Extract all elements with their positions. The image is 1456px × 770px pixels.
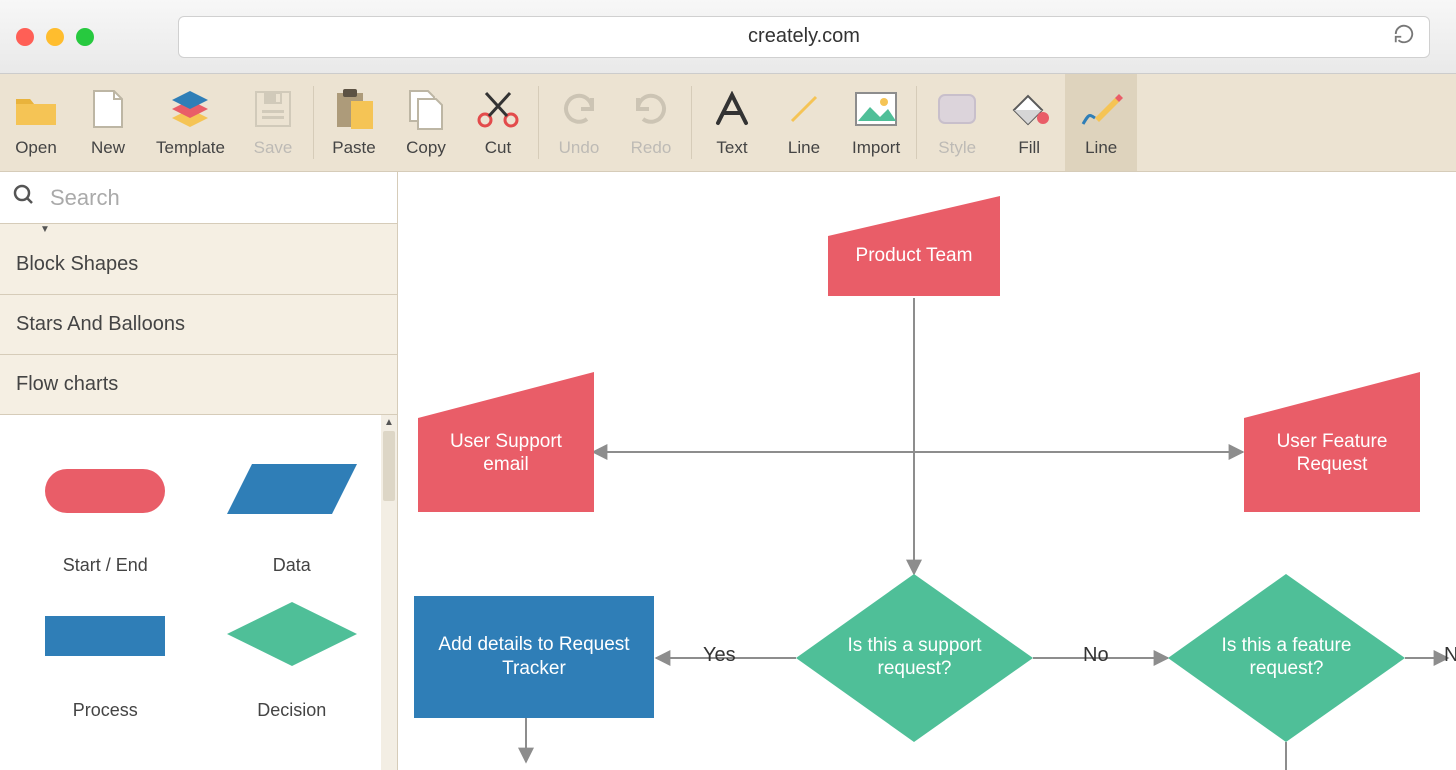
scissors-icon [476, 88, 520, 130]
paste-icon [333, 88, 375, 130]
scroll-up-icon: ▲ [384, 417, 394, 428]
toolbar-separator [538, 86, 539, 159]
terminator-shape-icon [40, 459, 170, 519]
close-window-dot[interactable] [16, 28, 34, 46]
sidebar-search [0, 172, 397, 224]
open-label: Open [15, 138, 57, 158]
category-stars-balloons[interactable]: Stars And Balloons [0, 295, 397, 355]
edge-label-no-right: N [1444, 644, 1456, 667]
node-user-feature-request[interactable]: User Feature Request [1244, 372, 1420, 512]
template-icon [168, 88, 212, 130]
toolbar-separator [313, 86, 314, 159]
style-swatch-icon [935, 88, 979, 130]
url-text: creately.com [748, 25, 860, 48]
toolbar-separator [691, 86, 692, 159]
line2-label: Line [1085, 138, 1117, 158]
text-tool-button[interactable]: Text [696, 74, 768, 171]
paste-button[interactable]: Paste [318, 74, 390, 171]
import-label: Import [852, 138, 900, 158]
open-button[interactable]: Open [0, 74, 72, 171]
edge-label-yes: Yes [703, 644, 736, 667]
import-button[interactable]: Import [840, 74, 912, 171]
line-tool-button[interactable]: Line [768, 74, 840, 171]
node-product-team[interactable]: Product Team [828, 196, 1000, 296]
search-icon [12, 183, 36, 212]
save-icon [254, 88, 292, 130]
new-button[interactable]: New [72, 74, 144, 171]
node-label: Is this a feature request? [1168, 574, 1405, 742]
node-feature-decision[interactable]: Is this a feature request? [1168, 574, 1405, 742]
import-image-icon [854, 88, 898, 130]
minimize-window-dot[interactable] [46, 28, 64, 46]
diagram-canvas[interactable]: Product Team User Support email User Fea… [398, 172, 1456, 770]
decision-shape-icon [222, 594, 362, 674]
shapes-scrollbar[interactable]: ▲ [381, 415, 397, 770]
shape-start-end[interactable]: Start / End [16, 439, 195, 576]
collapse-arrow-icon[interactable]: ▼ [0, 224, 397, 235]
undo-label: Undo [559, 138, 600, 158]
category-flow-charts[interactable]: Flow charts [0, 355, 397, 415]
redo-button[interactable]: Redo [615, 74, 687, 171]
fill-bucket-icon [1008, 88, 1050, 130]
node-label: User Support email [418, 431, 594, 477]
save-label: Save [254, 138, 293, 158]
node-label: Is this a support request? [796, 574, 1033, 742]
paste-label: Paste [332, 138, 375, 158]
process-shape-icon [40, 604, 170, 664]
node-label: Product Team [840, 245, 989, 268]
shape-label: Start / End [63, 555, 148, 576]
text-icon [714, 88, 750, 130]
fill-button[interactable]: Fill [993, 74, 1065, 171]
toolbar-separator [916, 86, 917, 159]
shape-process[interactable]: Process [16, 584, 195, 721]
url-bar[interactable]: creately.com [178, 16, 1430, 58]
data-shape-icon [222, 454, 362, 524]
shape-data[interactable]: Data [203, 439, 382, 576]
copy-label: Copy [406, 138, 446, 158]
browser-chrome: creately.com [0, 0, 1456, 74]
line-icon [786, 88, 822, 130]
copy-icon [406, 88, 446, 130]
save-button[interactable]: Save [237, 74, 309, 171]
folder-icon [14, 88, 58, 130]
line-label: Line [788, 138, 820, 158]
pencil-icon [1079, 88, 1123, 130]
node-label: Add details to Request Tracker [414, 633, 654, 681]
maximize-window-dot[interactable] [76, 28, 94, 46]
redo-label: Redo [631, 138, 672, 158]
shape-label: Decision [257, 700, 326, 721]
redo-icon [632, 88, 670, 130]
reload-icon[interactable] [1393, 23, 1415, 51]
main-area: ▼ Block Shapes Stars And Balloons Flow c… [0, 172, 1456, 770]
shape-label: Data [273, 555, 311, 576]
text-label: Text [716, 138, 747, 158]
undo-icon [560, 88, 598, 130]
toolbar: Open New Template Save [0, 74, 1456, 172]
undo-button[interactable]: Undo [543, 74, 615, 171]
shapes-panel: Start / End Data Process [0, 415, 397, 770]
node-label: User Feature Request [1244, 431, 1420, 477]
copy-button[interactable]: Copy [390, 74, 462, 171]
new-file-icon [92, 88, 124, 130]
template-button[interactable]: Template [144, 74, 237, 171]
line-style-button[interactable]: Line [1065, 74, 1137, 171]
fill-label: Fill [1018, 138, 1040, 158]
node-support-decision[interactable]: Is this a support request? [796, 574, 1033, 742]
cut-button[interactable]: Cut [462, 74, 534, 171]
node-add-details[interactable]: Add details to Request Tracker [414, 596, 654, 718]
shape-decision[interactable]: Decision [203, 584, 382, 721]
shape-label: Process [73, 700, 138, 721]
new-label: New [91, 138, 125, 158]
scrollbar-thumb[interactable] [383, 431, 395, 501]
style-button[interactable]: Style [921, 74, 993, 171]
edge-label-no: No [1083, 644, 1109, 667]
cut-label: Cut [485, 138, 511, 158]
sidebar: ▼ Block Shapes Stars And Balloons Flow c… [0, 172, 398, 770]
category-block-shapes[interactable]: Block Shapes [0, 235, 397, 295]
style-label: Style [938, 138, 976, 158]
window-dots [16, 28, 94, 46]
node-user-support-email[interactable]: User Support email [418, 372, 594, 512]
template-label: Template [156, 138, 225, 158]
search-input[interactable] [50, 185, 385, 211]
